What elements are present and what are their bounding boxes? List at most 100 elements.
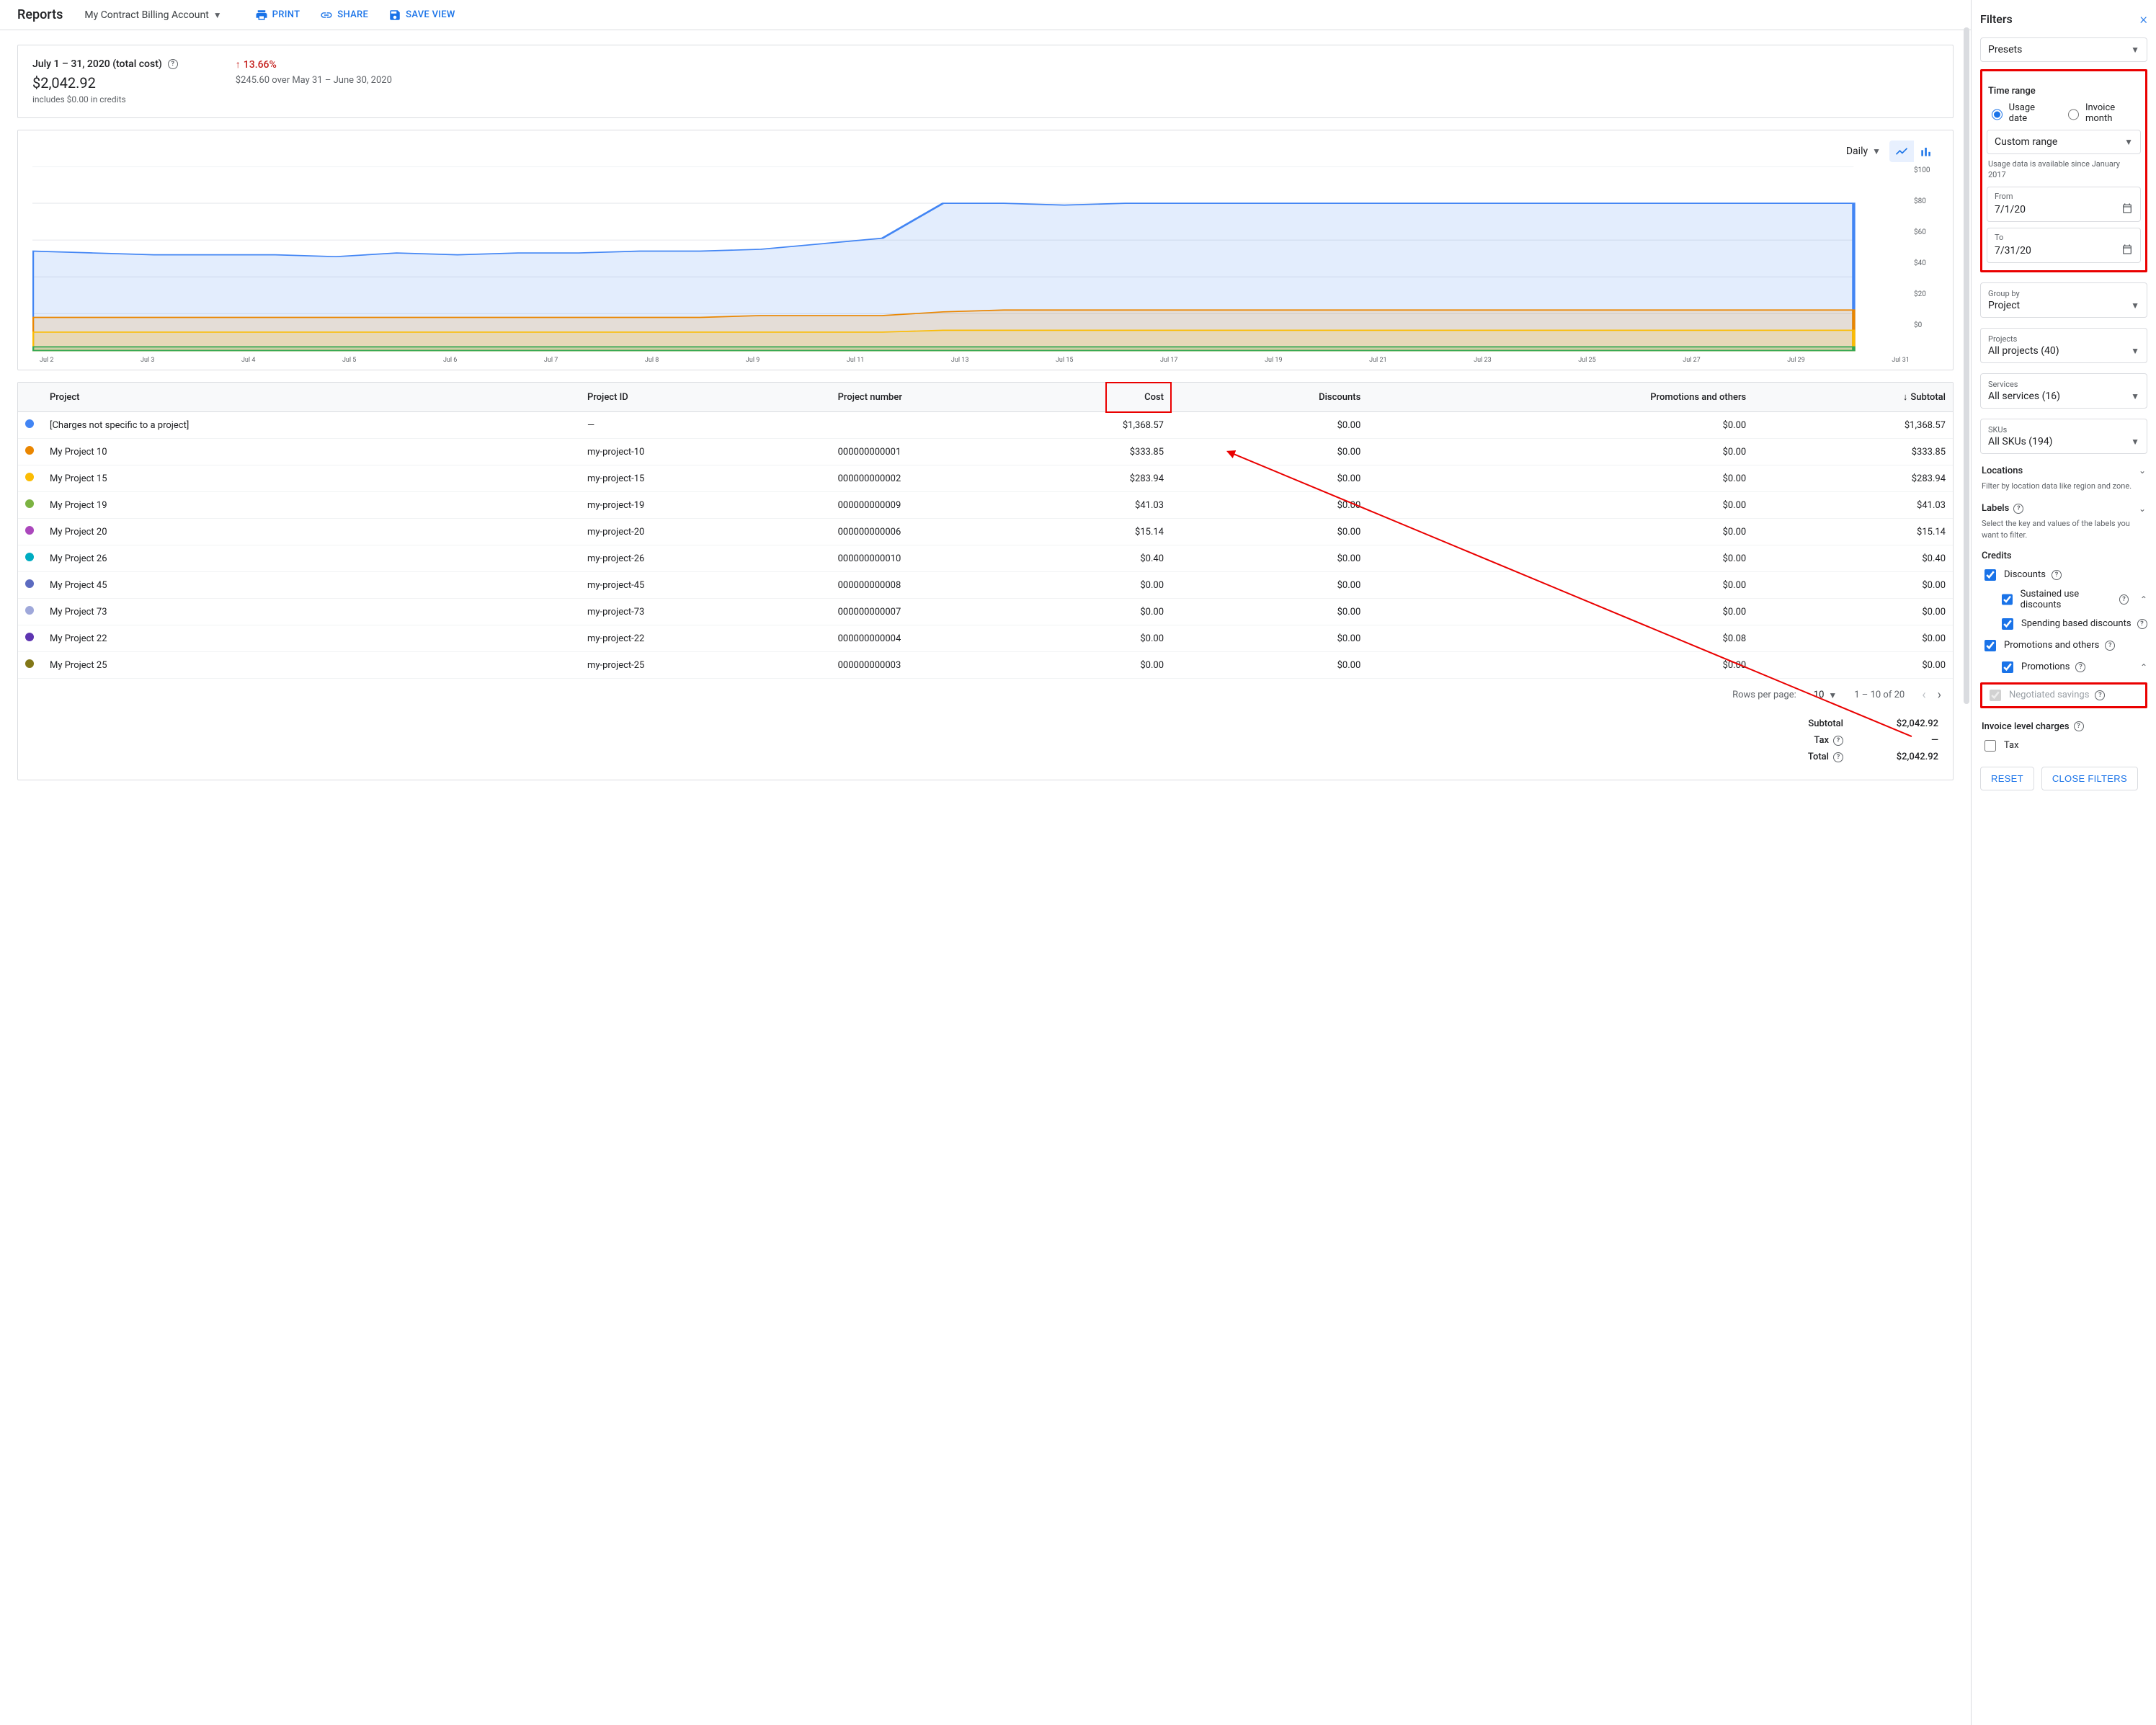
- help-icon[interactable]: ?: [2105, 641, 2115, 651]
- help-icon[interactable]: ?: [2052, 570, 2062, 580]
- chevron-up-icon[interactable]: ⌃: [2140, 662, 2147, 672]
- chevron-down-icon: ▼: [2131, 45, 2139, 55]
- summary-card: July 1 – 31, 2020 (total cost) ? $2,042.…: [17, 45, 1954, 118]
- pager-range: 1 – 10 of 20: [1854, 690, 1905, 700]
- summary-range: July 1 – 31, 2020 (total cost): [32, 58, 162, 70]
- cell-project-id: my-project-19: [580, 492, 831, 519]
- sustained-use-checkbox[interactable]: Sustained use discounts ? ⌃: [1999, 589, 2147, 610]
- cell-promotions: $0.00: [1368, 439, 1753, 465]
- help-icon[interactable]: ?: [2095, 690, 2105, 700]
- from-date-input[interactable]: From 7/1/20: [1987, 187, 2141, 222]
- cell-cost: $15.14: [1106, 519, 1171, 545]
- interval-picker[interactable]: Daily ▼: [1846, 146, 1881, 157]
- tax-checkbox[interactable]: Tax: [1982, 738, 2147, 754]
- table-row[interactable]: My Project 22my-project-22000000000004$0…: [18, 625, 1953, 652]
- help-icon[interactable]: ?: [168, 59, 178, 69]
- col-project-number[interactable]: Project number: [831, 383, 1106, 412]
- spending-based-checkbox[interactable]: Spending based discounts ?: [1999, 616, 2147, 632]
- bar-chart-toggle[interactable]: [1914, 141, 1938, 162]
- cell-project-number: 000000000001: [831, 439, 1106, 465]
- close-filters-button[interactable]: CLOSE FILTERS: [2041, 767, 2138, 790]
- col-discounts[interactable]: Discounts: [1171, 383, 1368, 412]
- help-icon[interactable]: ?: [2119, 594, 2129, 605]
- projects-select[interactable]: Projects All projects (40)▼: [1980, 328, 2147, 363]
- help-icon[interactable]: ?: [2013, 504, 2023, 514]
- table-row[interactable]: My Project 25my-project-25000000000003$0…: [18, 652, 1953, 679]
- pager-prev[interactable]: ‹: [1922, 687, 1925, 703]
- share-button[interactable]: SHARE: [320, 9, 368, 22]
- table-row[interactable]: My Project 73my-project-73000000000007$0…: [18, 599, 1953, 625]
- table-row[interactable]: My Project 45my-project-45000000000008$0…: [18, 572, 1953, 599]
- table-row[interactable]: [Charges not specific to a project]—$1,3…: [18, 412, 1953, 439]
- promotions-checkbox[interactable]: Promotions ? ⌃: [1999, 659, 2147, 675]
- help-icon[interactable]: ?: [1833, 752, 1843, 762]
- print-icon: [255, 9, 268, 22]
- table-row[interactable]: My Project 15my-project-15000000000002$2…: [18, 465, 1953, 492]
- cell-discounts: $0.00: [1171, 545, 1368, 572]
- table-row[interactable]: My Project 20my-project-20000000000006$1…: [18, 519, 1953, 545]
- help-icon[interactable]: ?: [2137, 619, 2147, 629]
- print-button[interactable]: PRINT: [255, 9, 300, 22]
- negotiated-savings-checkbox[interactable]: Negotiated savings ?: [1987, 687, 2141, 703]
- table-row[interactable]: My Project 10my-project-10000000000001$3…: [18, 439, 1953, 465]
- col-project[interactable]: Project: [43, 383, 580, 412]
- bar-chart-icon: [1919, 144, 1933, 159]
- to-date-input[interactable]: To 7/31/20: [1987, 228, 2141, 263]
- line-chart-toggle[interactable]: [1889, 141, 1914, 162]
- services-select[interactable]: Services All services (16)▼: [1980, 373, 2147, 409]
- locations-toggle[interactable]: Locations ⌄: [1980, 465, 2147, 476]
- cell-promotions: $0.00: [1368, 599, 1753, 625]
- trend-pct: ↑ 13.66%: [236, 58, 277, 71]
- cell-project: My Project 19: [43, 492, 580, 519]
- cost-chart[interactable]: $100$80$60$40$20$0: [32, 166, 1938, 354]
- link-icon: [320, 9, 333, 22]
- cell-promotions: $0.00: [1368, 412, 1753, 439]
- cell-cost: $0.00: [1106, 572, 1171, 599]
- col-subtotal[interactable]: ↓Subtotal: [1753, 383, 1953, 412]
- negotiated-savings-highlight: Negotiated savings ?: [1980, 682, 2147, 708]
- chevron-down-icon: ▼: [2131, 391, 2139, 401]
- cell-project-id: my-project-73: [580, 599, 831, 625]
- line-chart-icon: [1894, 144, 1909, 159]
- cell-subtotal: $283.94: [1753, 465, 1953, 492]
- subtotal-value: $2,042.92: [1874, 718, 1938, 729]
- chevron-down-icon: ▼: [2131, 346, 2139, 356]
- help-icon[interactable]: ?: [1833, 736, 1843, 746]
- col-project-id[interactable]: Project ID: [580, 383, 831, 412]
- cell-project: My Project 73: [43, 599, 580, 625]
- skus-select[interactable]: SKUs All SKUs (194)▼: [1980, 419, 2147, 454]
- save-view-button[interactable]: SAVE VIEW: [388, 9, 455, 22]
- col-promotions[interactable]: Promotions and others: [1368, 383, 1753, 412]
- cell-subtotal: $0.00: [1753, 572, 1953, 599]
- close-filters-icon[interactable]: ×: [2140, 10, 2147, 27]
- promotions-others-checkbox[interactable]: Promotions and others ?: [1982, 638, 2147, 654]
- col-cost[interactable]: Cost: [1106, 383, 1171, 412]
- reset-button[interactable]: RESET: [1980, 767, 2034, 790]
- range-type-select[interactable]: Custom range ▼: [1987, 130, 2141, 154]
- cell-subtotal: $0.00: [1753, 599, 1953, 625]
- pager-next[interactable]: ›: [1938, 687, 1941, 703]
- data-availability-hint: Usage data is available since January 20…: [1988, 159, 2139, 181]
- rows-per-page-select[interactable]: 10 ▼: [1814, 690, 1838, 700]
- usage-date-radio[interactable]: Usage date: [1988, 102, 2052, 124]
- labels-toggle[interactable]: Labels? ⌄: [1980, 503, 2147, 514]
- help-icon[interactable]: ?: [2075, 662, 2085, 672]
- discounts-checkbox[interactable]: Discounts ?: [1982, 567, 2147, 583]
- group-by-select[interactable]: Group by Project▼: [1980, 282, 2147, 318]
- invoice-month-radio[interactable]: Invoice month: [2064, 102, 2139, 124]
- table-row[interactable]: My Project 26my-project-26000000000010$0…: [18, 545, 1953, 572]
- cell-subtotal: $15.14: [1753, 519, 1953, 545]
- cell-project: My Project 25: [43, 652, 580, 679]
- table-row[interactable]: My Project 19my-project-19000000000009$4…: [18, 492, 1953, 519]
- chevron-up-icon[interactable]: ⌃: [2140, 594, 2147, 605]
- subtotal-label: Subtotal: [1808, 718, 1843, 729]
- cell-project: My Project 45: [43, 572, 580, 599]
- cell-project-number: 000000000010: [831, 545, 1106, 572]
- presets-select[interactable]: Presets ▼: [1980, 37, 2147, 62]
- cell-project: My Project 20: [43, 519, 580, 545]
- account-picker[interactable]: My Contract Billing Account ▼: [84, 9, 221, 21]
- cell-discounts: $0.00: [1171, 412, 1368, 439]
- help-icon[interactable]: ?: [2074, 721, 2084, 731]
- cell-project-number: [831, 412, 1106, 439]
- series-color-dot: [25, 633, 34, 641]
